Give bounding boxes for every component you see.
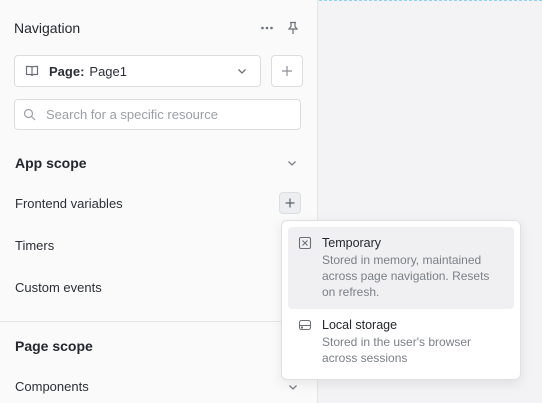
item-label: Custom events	[15, 279, 102, 295]
navigation-panel: Navigation Page: Page1 App scope	[0, 0, 318, 403]
menu-item-description: Stored in memory, maintained across page…	[322, 253, 490, 299]
page-select-prefix: Page:	[49, 63, 85, 79]
item-label: Timers	[15, 237, 55, 253]
pin-icon[interactable]	[283, 18, 303, 38]
temporary-x-icon	[298, 236, 312, 250]
page-selector-row: Page: Page1	[14, 55, 303, 87]
chevron-down-icon	[236, 64, 250, 78]
components-item[interactable]: Components	[15, 375, 301, 397]
menu-item-description: Stored in the user's browser across sess…	[322, 335, 472, 365]
panel-title: Navigation	[14, 20, 81, 36]
menu-item-title: Temporary	[322, 236, 382, 250]
page-scope-header[interactable]: Page scope	[15, 337, 301, 355]
page-select[interactable]: Page: Page1	[14, 55, 261, 87]
panel-header: Navigation	[14, 18, 303, 38]
page-scope-title: Page scope	[15, 338, 93, 354]
item-label: Components	[15, 378, 89, 394]
canvas-dashed-border	[319, 0, 542, 2]
more-options-icon[interactable]	[257, 18, 277, 38]
search-icon	[23, 108, 37, 122]
app-scope-title: App scope	[15, 155, 87, 171]
page-select-value: Page1	[89, 63, 127, 79]
menu-item-title: Local storage	[322, 318, 398, 332]
resource-search[interactable]	[14, 99, 301, 130]
section-divider	[0, 321, 317, 322]
timers-item[interactable]: Timers	[15, 234, 301, 256]
menu-item-temporary[interactable]: Temporary Stored in memory, maintained a…	[288, 227, 514, 309]
search-input[interactable]	[46, 107, 292, 122]
chevron-down-icon[interactable]	[285, 156, 299, 170]
custom-events-item[interactable]: Custom events	[15, 276, 301, 298]
menu-item-local-storage[interactable]: Local storage Stored in the user's brows…	[288, 309, 514, 373]
local-storage-icon	[298, 318, 312, 332]
add-frontend-variable-button[interactable]	[279, 192, 301, 214]
book-icon	[25, 63, 41, 79]
frontend-variables-item[interactable]: Frontend variables	[15, 192, 301, 214]
item-label: Frontend variables	[15, 195, 123, 211]
add-page-button[interactable]	[271, 55, 303, 87]
chevron-down-icon[interactable]	[286, 380, 300, 394]
app-scope-header[interactable]: App scope	[15, 154, 301, 172]
add-variable-menu: Temporary Stored in memory, maintained a…	[281, 220, 521, 380]
